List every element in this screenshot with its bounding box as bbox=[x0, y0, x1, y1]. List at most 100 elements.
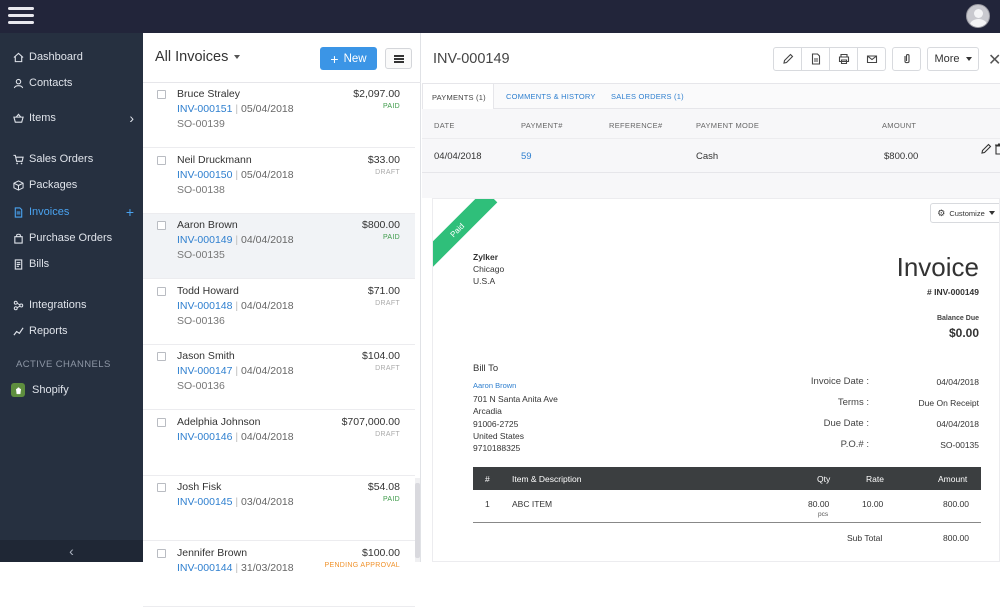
row-checkbox[interactable] bbox=[157, 90, 166, 99]
invoice-row[interactable]: Jennifer Brown INV-000144 | 31/03/2018 $10… bbox=[143, 542, 415, 607]
row-checkbox[interactable] bbox=[157, 548, 166, 558]
invoice-link[interactable]: INV-000146 | 04/04/2018 bbox=[177, 431, 294, 443]
add-invoice-icon[interactable]: + bbox=[126, 204, 134, 220]
attach-button[interactable] bbox=[892, 47, 921, 71]
items-table-row: 1 ABC ITEM 80.00 pcs 10.00 800.00 bbox=[473, 490, 981, 523]
row-checkbox[interactable] bbox=[157, 155, 166, 165]
invoice-row[interactable]: Adelphia Johnson INV-000146 | 04/04/2018 $… bbox=[143, 411, 415, 476]
invoice-row[interactable]: Josh Fisk INV-000145 | 03/04/2018 $54.08 PA… bbox=[143, 476, 415, 541]
invoice-number[interactable]: INV-000150 bbox=[177, 169, 232, 181]
list-menu-button[interactable] bbox=[385, 48, 412, 69]
sidebar-item-contacts[interactable]: Contacts bbox=[0, 71, 143, 95]
customize-button[interactable]: ⚙ Customize bbox=[930, 203, 999, 223]
list-scrollbar[interactable] bbox=[415, 478, 420, 562]
row-checkbox[interactable] bbox=[157, 417, 166, 427]
more-button-label: More bbox=[934, 53, 960, 65]
list-view-selector[interactable]: All Invoices bbox=[155, 49, 241, 65]
sidebar-item-shopify[interactable]: Shopify bbox=[0, 378, 143, 402]
sidebar-item-bills[interactable]: Bills bbox=[0, 252, 143, 276]
customer-name: Josh Fisk bbox=[177, 481, 222, 493]
invoice-row[interactable]: Todd Howard INV-000148 | 04/04/2018 SO-001… bbox=[143, 280, 415, 345]
tab-comments-history[interactable]: COMMENTS & HISTORY bbox=[506, 84, 596, 109]
edit-payment-icon[interactable] bbox=[980, 143, 992, 155]
top-bar bbox=[0, 0, 1000, 33]
invoice-number[interactable]: INV-000145 bbox=[177, 496, 232, 508]
address-line: 9710188325 bbox=[473, 443, 521, 454]
column-header: DATE bbox=[434, 121, 455, 130]
collapse-sidebar-icon[interactable]: ‹ bbox=[0, 540, 143, 562]
detail-tabs: PAYMENTS (1) COMMENTS & HISTORY SALES OR… bbox=[422, 83, 1000, 110]
invoice-link[interactable]: INV-000151 | 05/04/2018 bbox=[177, 103, 294, 115]
invoice-link[interactable]: INV-000144 | 31/03/2018 bbox=[177, 562, 294, 574]
status-badge: PENDING APPROVAL bbox=[324, 561, 400, 569]
caret-down-icon bbox=[234, 55, 241, 59]
row-checkbox[interactable] bbox=[157, 221, 166, 230]
delete-payment-icon[interactable] bbox=[995, 143, 1000, 155]
po-label: P.O.# : bbox=[840, 439, 869, 450]
sidebar-item-reports[interactable]: Reports bbox=[0, 319, 143, 343]
invoice-number[interactable]: INV-000147 bbox=[177, 365, 232, 377]
sidebar-item-label: Bills bbox=[29, 258, 50, 270]
bill-icon bbox=[13, 258, 24, 270]
pdf-button[interactable] bbox=[801, 47, 830, 71]
print-button[interactable] bbox=[829, 47, 858, 71]
sidebar: Dashboard Contacts Items › Sales Orders … bbox=[0, 33, 143, 562]
pencil-icon bbox=[782, 53, 793, 64]
address-line: 701 N Santa Anita Ave bbox=[473, 394, 558, 404]
invoice-row[interactable]: Jason Smith INV-000147 | 04/04/2018 SO-001… bbox=[143, 345, 415, 410]
sidebar-item-sales-orders[interactable]: Sales Orders bbox=[0, 147, 143, 171]
sidebar-item-items[interactable]: Items › bbox=[0, 106, 143, 130]
sidebar-item-invoices[interactable]: Invoices + bbox=[0, 200, 143, 224]
invoice-row[interactable]: Bruce Straley INV-000151 | 05/04/2018 SO-0… bbox=[143, 83, 415, 148]
invoice-number[interactable]: INV-000146 bbox=[177, 431, 232, 443]
new-invoice-button[interactable]: + New bbox=[320, 47, 377, 70]
column-header: Qty bbox=[817, 474, 831, 484]
invoice-amount: $54.08 bbox=[367, 481, 400, 493]
user-avatar[interactable] bbox=[966, 4, 990, 28]
payment-number-link[interactable]: 59 bbox=[521, 151, 532, 162]
invoice-number[interactable]: INV-000151 bbox=[177, 103, 232, 115]
customer-name: Bruce Straley bbox=[177, 88, 241, 100]
status-badge: PAID bbox=[382, 496, 400, 503]
sales-order-ref: SO-00135 bbox=[177, 249, 225, 261]
sidebar-item-label: Packages bbox=[29, 179, 78, 191]
invoice-number[interactable]: INV-000149 bbox=[177, 234, 232, 246]
sidebar-item-label: Sales Orders bbox=[29, 153, 94, 165]
tab-payments[interactable]: PAYMENTS (1) bbox=[422, 84, 494, 110]
close-icon[interactable]: ✕ bbox=[988, 50, 1000, 70]
invoice-number[interactable]: INV-000148 bbox=[177, 300, 232, 312]
status-badge: DRAFT bbox=[375, 168, 400, 176]
invoice-amount: $71.00 bbox=[367, 284, 400, 297]
sidebar-item-packages[interactable]: Packages bbox=[0, 173, 143, 197]
sidebar-item-purchase-orders[interactable]: Purchase Orders bbox=[0, 226, 143, 250]
bill-to-name-link[interactable]: Aaron Brown bbox=[473, 381, 516, 390]
home-icon bbox=[13, 52, 24, 63]
invoice-link[interactable]: INV-000145 | 03/04/2018 bbox=[177, 496, 294, 508]
invoice-row[interactable]: Neil Druckmann INV-000150 | 05/04/2018 SO-… bbox=[143, 149, 415, 214]
tab-sales-orders[interactable]: SALES ORDERS (1) bbox=[611, 84, 684, 109]
more-button[interactable]: More bbox=[927, 47, 979, 71]
invoice-link[interactable]: INV-000150 | 05/04/2018 bbox=[177, 169, 294, 181]
row-checkbox[interactable] bbox=[157, 483, 166, 492]
active-channels-title: ACTIVE CHANNELS bbox=[16, 359, 111, 370]
sidebar-item-dashboard[interactable]: Dashboard bbox=[0, 45, 143, 69]
column-header: Rate bbox=[866, 474, 884, 484]
invoice-amount: $2,097.00 bbox=[353, 88, 400, 100]
invoice-list-pane: All Invoices + New Bruce Straley INV-0001… bbox=[143, 33, 421, 607]
sidebar-item-integrations[interactable]: Integrations bbox=[0, 293, 143, 317]
items-table-header: # Item & Description Qty Rate Amount bbox=[473, 467, 981, 490]
invoice-link[interactable]: INV-000149 | 04/04/2018 bbox=[177, 234, 294, 246]
invoice-link[interactable]: INV-000148 | 04/04/2018 bbox=[177, 300, 294, 312]
invoice-date: 04/04/2018 bbox=[241, 365, 294, 377]
row-checkbox[interactable] bbox=[157, 352, 166, 361]
email-button[interactable] bbox=[857, 47, 886, 71]
row-checkbox[interactable] bbox=[157, 286, 166, 296]
chevron-right-icon[interactable]: › bbox=[129, 110, 134, 126]
invoice-link[interactable]: INV-000147 | 04/04/2018 bbox=[177, 365, 294, 377]
hamburger-menu-icon[interactable] bbox=[8, 7, 34, 25]
invoice-number[interactable]: INV-000144 bbox=[177, 562, 232, 574]
edit-button[interactable] bbox=[773, 47, 802, 71]
status-badge: DRAFT bbox=[375, 430, 400, 438]
invoice-row[interactable]: Aaron Brown INV-000149 | 04/04/2018 SO-001… bbox=[143, 214, 415, 279]
invoice-detail-pane: INV-000149 More ✕ PAYMENTS (1) COMMENTS … bbox=[422, 33, 1000, 562]
